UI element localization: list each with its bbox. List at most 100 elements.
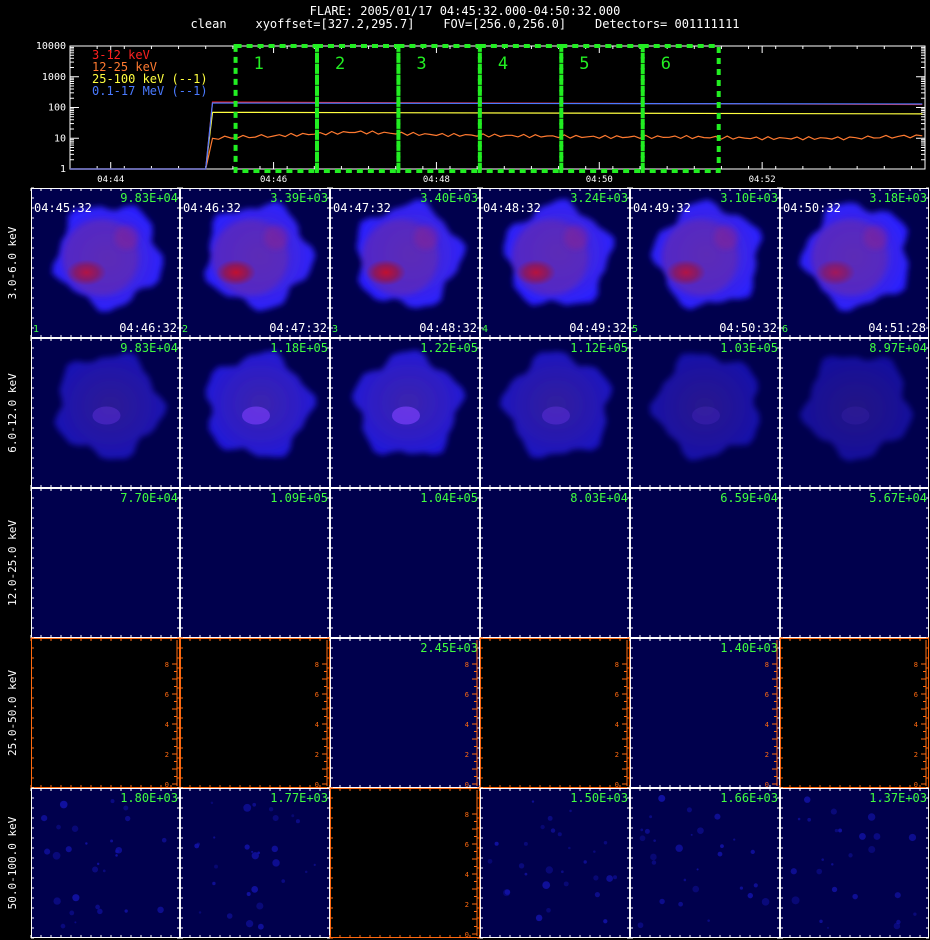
noise-speck [838, 828, 843, 833]
noise-speck [594, 892, 600, 898]
peak-value: 1.18E+05 [270, 341, 328, 355]
disc-highlight [264, 225, 288, 250]
interval-end-time: 04:47:32 [269, 321, 327, 335]
x-tick-label: 04:48 [423, 175, 450, 185]
colorbar-label: 4 [465, 721, 469, 729]
colorbar-label: 8 [165, 661, 169, 669]
noise-speck [659, 898, 665, 905]
noise-speck [102, 869, 106, 873]
peak-value: 8.03E+04 [570, 491, 628, 505]
image-cell: 8.03E+04 [480, 488, 630, 638]
image-cell: 3.40E+03 04:47:32 04:48:32 3 [330, 188, 480, 338]
noise-speck [714, 813, 721, 820]
colorbar-label: 8 [765, 661, 769, 669]
interval-number: 3 [416, 54, 426, 74]
noise-speck [257, 923, 264, 930]
noise-speck [74, 921, 77, 924]
image-cell: 5.67E+04 [780, 488, 929, 638]
noise-speck [161, 837, 167, 843]
peak-value: 1.37E+03 [869, 791, 927, 805]
image-cell: 1.40E+03 [630, 638, 780, 788]
flare-core [815, 259, 856, 286]
noise-speck [547, 815, 553, 821]
interval-end-time: 04:46:32 [119, 321, 177, 335]
image-cell: 1.50E+03 [480, 788, 630, 938]
noise-speck [56, 824, 61, 830]
image-cell [780, 638, 929, 788]
image-background [180, 788, 330, 938]
interval-start-time: 04:50:32 [783, 201, 841, 215]
image-background [480, 788, 630, 938]
image-background [180, 638, 330, 788]
colorbar-label: 4 [765, 721, 769, 729]
y-tick-label: 1 [60, 164, 66, 175]
noise-speck [750, 849, 755, 854]
colorbar-label: 4 [914, 721, 918, 729]
image-cell: 2.45E+03 [330, 638, 480, 788]
noise-speck [873, 833, 881, 840]
disc-highlight [414, 225, 438, 250]
noise-speck [651, 860, 657, 865]
noise-speck [761, 898, 770, 906]
noise-speck [739, 886, 744, 890]
noise-speck [198, 911, 202, 914]
noise-speck [606, 875, 614, 882]
image-cell: 1.37E+03 [780, 788, 929, 938]
interval-number: 6 [661, 54, 671, 74]
noise-speck [65, 846, 72, 853]
image-cell: 1.09E+05 [180, 488, 330, 638]
peak-value: 8.97E+04 [869, 341, 927, 355]
plot-header: FLARE: 2005/01/17 04:45:32.000-04:50:32.… [0, 0, 930, 34]
noise-speck [821, 858, 824, 861]
flare-core [366, 259, 406, 286]
noise-speck [251, 852, 259, 860]
image-cell: 1.18E+05 [180, 338, 330, 488]
image-background [480, 488, 630, 638]
noise-speck [797, 817, 801, 821]
noise-speck [540, 824, 545, 830]
image-background [480, 638, 630, 788]
noise-speck [690, 833, 693, 836]
noise-speck [85, 842, 88, 845]
image-cell [180, 638, 330, 788]
series-line [70, 130, 923, 170]
interval-start-time: 04:45:32 [34, 201, 92, 215]
peak-value: 1.80E+03 [120, 791, 178, 805]
noise-speck [494, 841, 499, 846]
noise-speck [291, 814, 295, 818]
x-tick-label: 04:50 [586, 175, 613, 185]
disc-highlight [564, 225, 588, 250]
interval-start-time: 04:47:32 [333, 201, 391, 215]
noise-speck [557, 832, 562, 837]
noise-speck [830, 808, 837, 815]
noise-speck [272, 815, 279, 822]
colorbar-label: 6 [165, 691, 169, 699]
series-line [70, 111, 923, 170]
noise-speck [72, 894, 80, 902]
peak-value: 1.22E+05 [420, 341, 478, 355]
colorbar-label: 0 [615, 781, 619, 789]
noise-speck [60, 923, 66, 929]
colorbar-label: 6 [315, 691, 319, 699]
image-background [780, 638, 929, 788]
energy-band-label: 25.0-50.0 keV [6, 670, 19, 756]
noise-speck [696, 868, 699, 871]
y-tick-label: 10 [54, 133, 66, 144]
image-background [780, 488, 929, 638]
image-background [330, 788, 480, 938]
energy-band-label: 3.0-6.0 keV [6, 226, 19, 299]
image-grid: 9.83E+04 04:45:32 04:46:32 1 3.39E+03 04:46:3… [6, 187, 929, 939]
noise-speck [707, 919, 710, 922]
noise-speck [110, 799, 115, 804]
noise-speck [678, 901, 683, 907]
interval-box [477, 44, 564, 173]
noise-speck [243, 803, 252, 812]
image-cell: 3.18E+03 04:50:32 04:51:28 6 [780, 188, 929, 338]
colorbar-label: 8 [615, 661, 619, 669]
noise-speck [213, 836, 216, 839]
noise-speck [97, 908, 103, 915]
noise-speck [246, 892, 251, 897]
noise-speck [733, 838, 736, 841]
noise-speck [834, 828, 839, 833]
image-cell: 1.03E+05 [630, 338, 780, 488]
